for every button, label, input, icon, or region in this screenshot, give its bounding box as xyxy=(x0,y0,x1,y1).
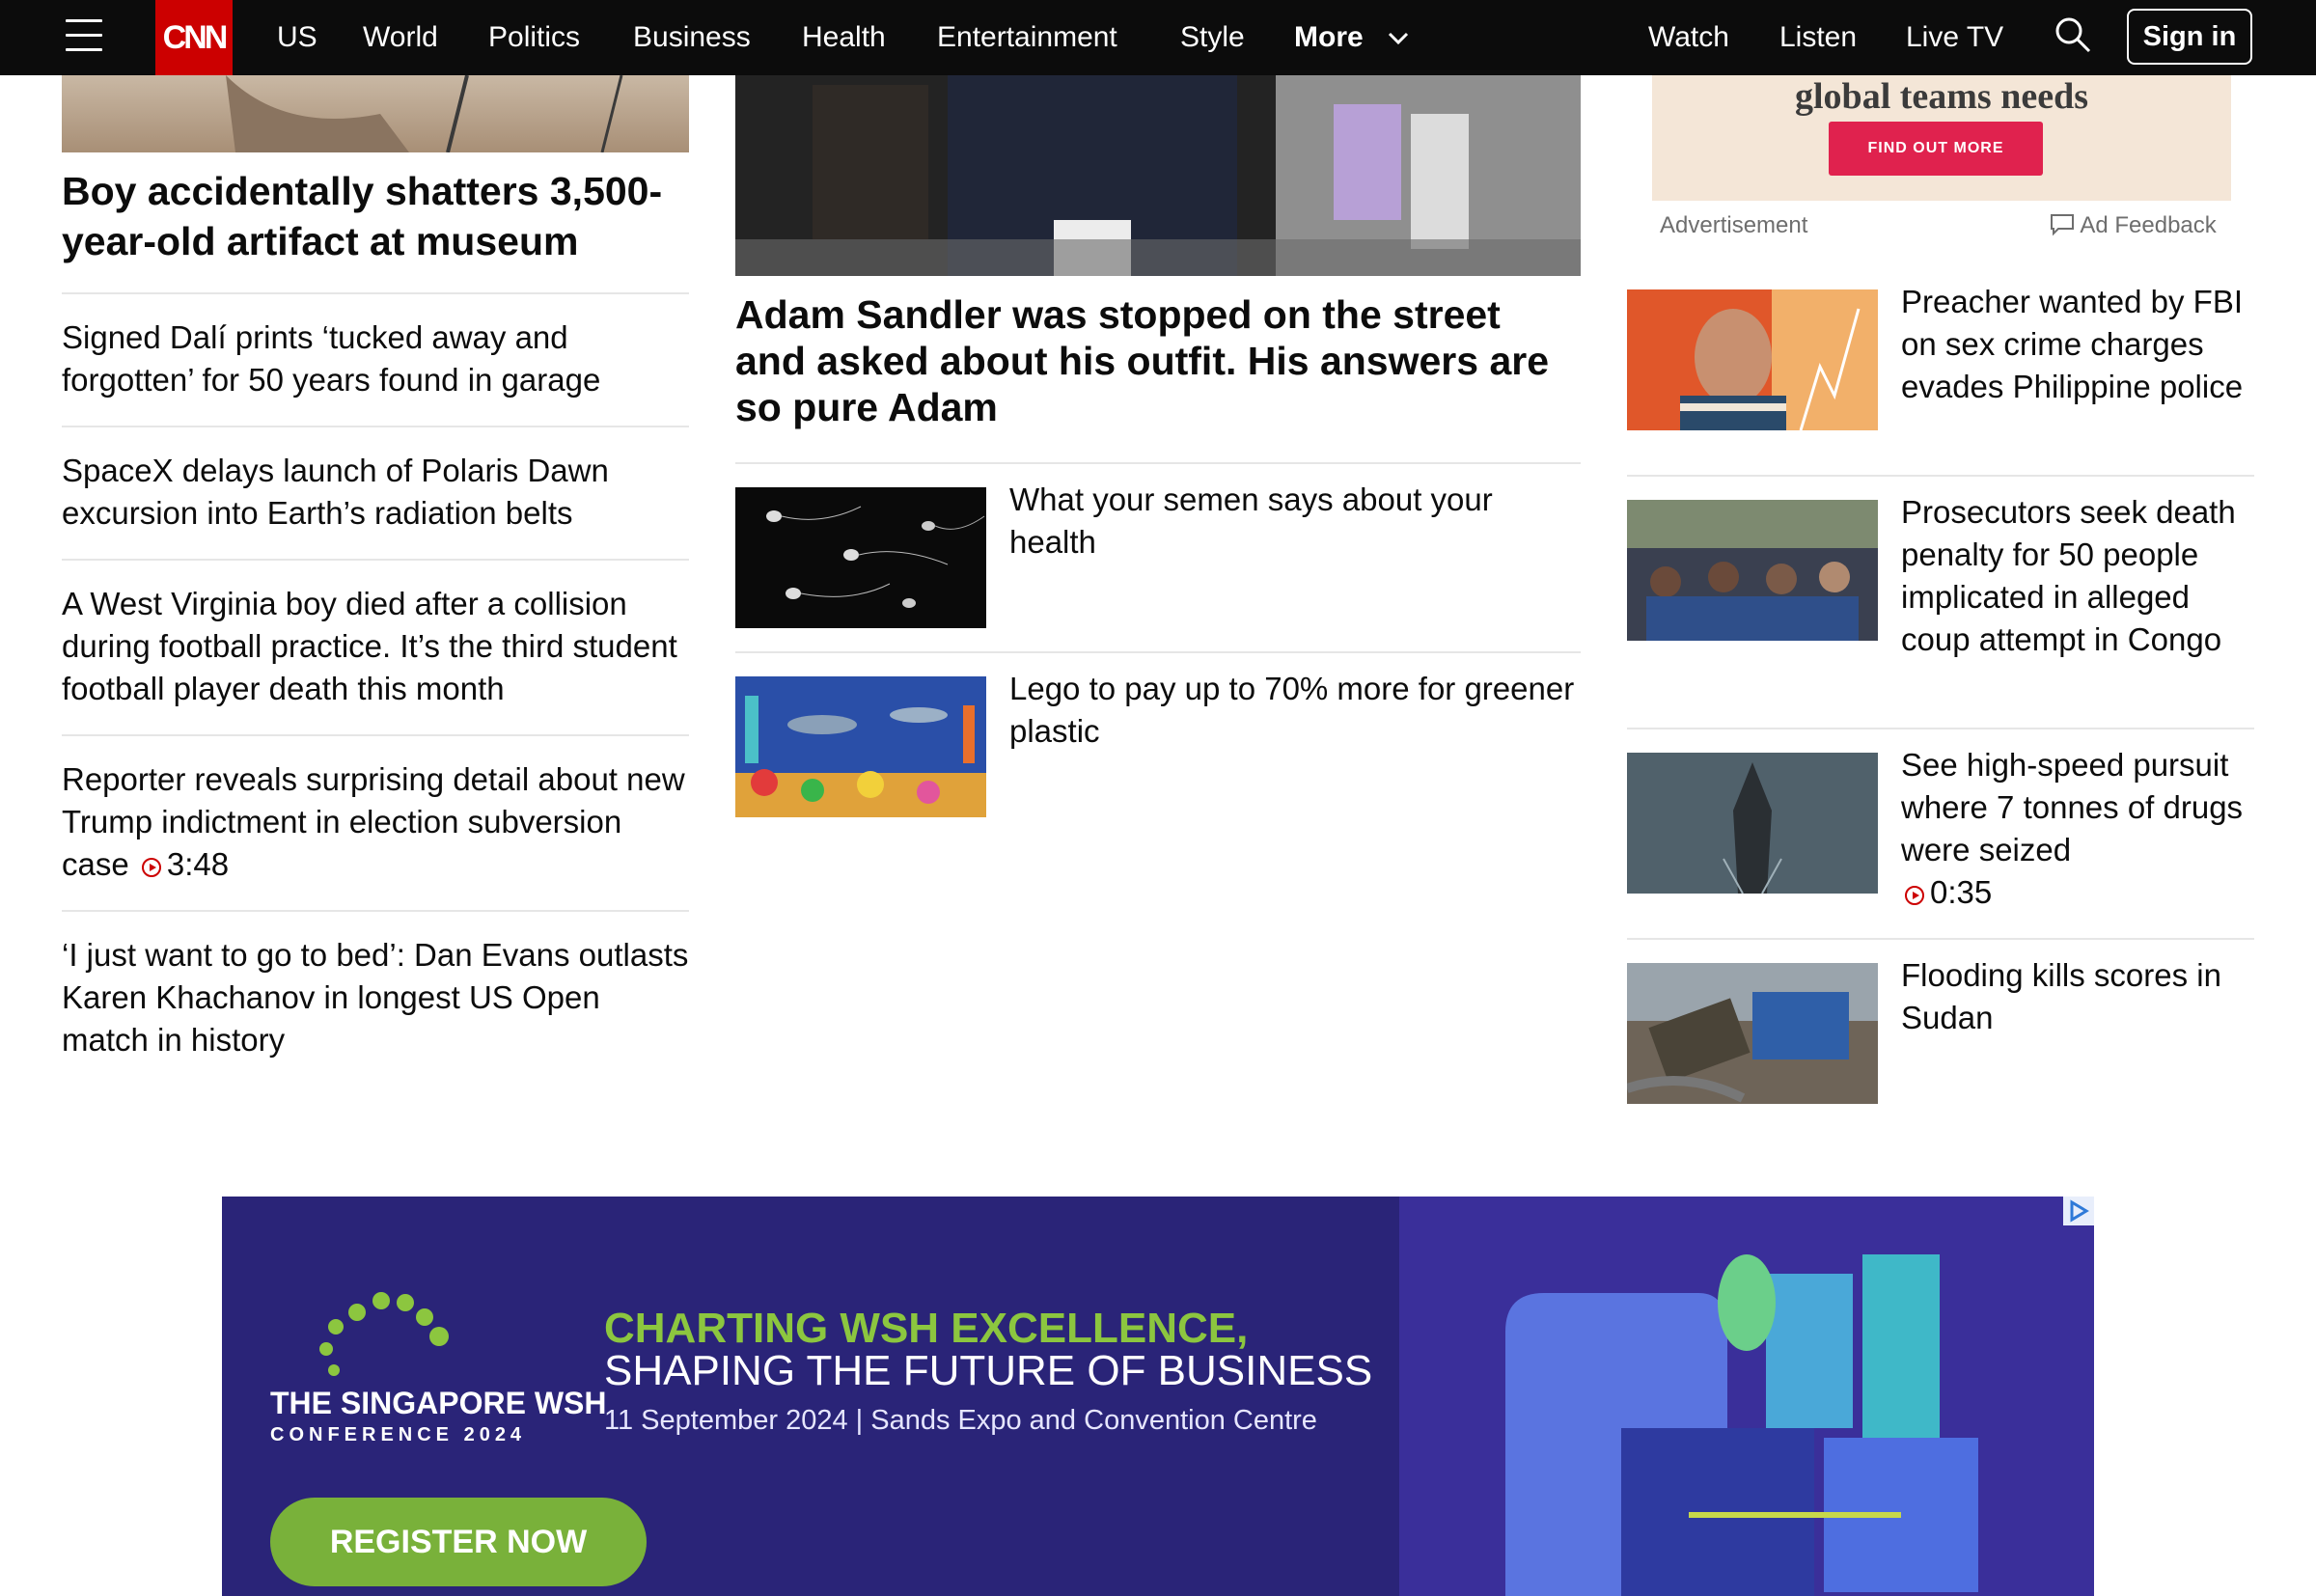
nav-item-entertainment[interactable]: Entertainment xyxy=(937,0,1117,75)
list-item[interactable]: What your semen says about your health xyxy=(1009,479,1581,564)
list-item[interactable]: ‘I just want to go to bed’: Dan Evans ou… xyxy=(62,934,689,1061)
list-item[interactable]: Prosecutors seek death penalty for 50 pe… xyxy=(1901,491,2258,661)
list-item[interactable]: Preacher wanted by FBI on sex crime char… xyxy=(1901,281,2258,408)
play-video-icon xyxy=(1905,886,1924,905)
divider xyxy=(735,651,1581,653)
sign-in-button[interactable]: Sign in xyxy=(2127,9,2252,65)
divider xyxy=(62,910,689,912)
artifact-story-image[interactable] xyxy=(62,75,689,152)
story-thumbnail[interactable] xyxy=(1627,753,1878,894)
advertisement-label: Advertisement xyxy=(1660,212,1808,238)
list-item[interactable]: Signed Dalí prints ‘tucked away and forg… xyxy=(62,316,689,401)
banner-logo-title: THE SINGAPORE WSH xyxy=(270,1386,607,1420)
divider xyxy=(62,292,689,294)
divider xyxy=(62,426,689,427)
adchoices-icon[interactable] xyxy=(2063,1197,2094,1225)
adam-sandler-story-image[interactable] xyxy=(735,75,1581,276)
divider xyxy=(62,559,689,561)
play-video-icon xyxy=(141,858,161,877)
find-out-more-button[interactable]: FIND OUT MORE xyxy=(1829,122,2043,176)
divider xyxy=(1627,938,2254,940)
top-navigation-bar: CNN US World Politics Business Health En… xyxy=(0,0,2316,75)
banner-logo-subtitle: CONFERENCE 2024 xyxy=(270,1424,527,1445)
ad-feedback-label: Ad Feedback xyxy=(2080,212,2217,238)
cnn-logo[interactable]: CNN xyxy=(155,0,233,75)
video-duration: 0:35 xyxy=(1930,874,1993,910)
list-item[interactable]: A West Virginia boy died after a collisi… xyxy=(62,583,689,710)
banner-advertisement[interactable]: THE SINGAPORE WSH CONFERENCE 2024 CHARTI… xyxy=(222,1197,2094,1596)
nav-item-listen[interactable]: Listen xyxy=(1779,0,1857,75)
lead-story-headline[interactable]: Boy accidentally shatters 3,500-year-old… xyxy=(62,166,689,266)
nav-item-more[interactable]: More xyxy=(1294,0,1364,75)
feedback-icon xyxy=(2051,214,2074,236)
list-item[interactable]: Reporter reveals surprising detail about… xyxy=(62,758,689,886)
banner-subheadline: SHAPING THE FUTURE OF BUSINESS xyxy=(604,1347,1373,1394)
divider xyxy=(1627,475,2254,477)
banner-headline: CHARTING WSH EXCELLENCE, xyxy=(604,1305,1249,1352)
chevron-down-icon[interactable] xyxy=(1384,23,1413,52)
register-now-button[interactable]: REGISTER NOW xyxy=(270,1498,647,1586)
list-item[interactable]: Flooding kills scores in Sudan xyxy=(1901,954,2258,1039)
nav-item-us[interactable]: US xyxy=(277,0,317,75)
nav-item-watch[interactable]: Watch xyxy=(1648,0,1729,75)
divider xyxy=(1627,728,2254,729)
advertisement-top[interactable]: global teams needs FIND OUT MORE xyxy=(1652,75,2231,201)
nav-item-world[interactable]: World xyxy=(363,0,438,75)
list-item[interactable]: SpaceX delays launch of Polaris Dawn exc… xyxy=(62,450,689,535)
list-item[interactable]: See high-speed pursuit where 7 tonnes of… xyxy=(1901,744,2258,914)
list-item[interactable]: Lego to pay up to 70% more for greener p… xyxy=(1009,668,1581,753)
nav-item-politics[interactable]: Politics xyxy=(488,0,580,75)
nav-item-health[interactable]: Health xyxy=(802,0,886,75)
menu-icon[interactable] xyxy=(66,19,102,54)
video-duration: 3:48 xyxy=(166,846,230,882)
nav-item-style[interactable]: Style xyxy=(1180,0,1245,75)
search-icon[interactable] xyxy=(2054,15,2092,54)
nav-item-business[interactable]: Business xyxy=(633,0,751,75)
ad-feedback-link[interactable]: Ad Feedback xyxy=(2050,212,2217,239)
divider xyxy=(735,462,1581,464)
story-thumbnail[interactable] xyxy=(1627,963,1878,1104)
lead-story-headline[interactable]: Adam Sandler was stopped on the street a… xyxy=(735,291,1581,430)
story-title: See high-speed pursuit where 7 tonnes of… xyxy=(1901,747,2244,867)
story-thumbnail[interactable] xyxy=(735,676,986,817)
story-thumbnail[interactable] xyxy=(1627,289,1878,430)
banner-event-details: 11 September 2024 | Sands Expo and Conve… xyxy=(604,1405,1317,1436)
divider xyxy=(62,734,689,736)
story-thumbnail[interactable] xyxy=(1627,500,1878,641)
wsh-conference-logo xyxy=(319,1292,449,1376)
nav-item-live-tv[interactable]: Live TV xyxy=(1906,0,2003,75)
ad-text: global teams needs xyxy=(1795,76,2088,117)
story-thumbnail[interactable] xyxy=(735,487,986,628)
